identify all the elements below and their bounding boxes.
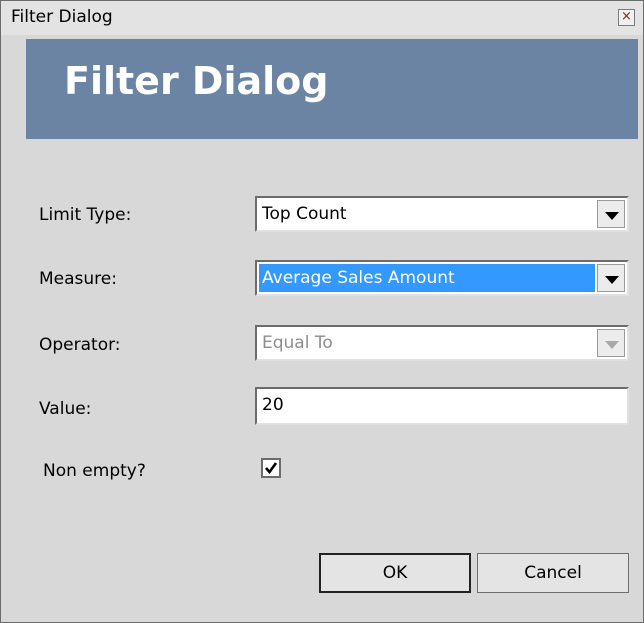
non-empty-label: Non empty? bbox=[43, 461, 146, 481]
checkmark-icon bbox=[265, 462, 278, 475]
filter-dialog-window: Filter Dialog × Filter Dialog Limit Type… bbox=[0, 0, 644, 623]
operator-label: Operator: bbox=[39, 335, 121, 355]
chevron-down-icon bbox=[605, 341, 619, 349]
operator-select[interactable]: Equal To bbox=[255, 325, 629, 361]
cancel-button[interactable]: Cancel bbox=[477, 553, 629, 593]
measure-select[interactable]: Average Sales Amount bbox=[255, 260, 629, 296]
value-label: Value: bbox=[39, 399, 92, 419]
value-input[interactable]: 20 bbox=[255, 387, 629, 425]
chevron-down-icon bbox=[605, 212, 619, 220]
title-bar: Filter Dialog × bbox=[1, 1, 643, 35]
measure-label: Measure: bbox=[39, 269, 117, 289]
close-icon[interactable]: × bbox=[618, 9, 635, 26]
banner-title: Filter Dialog bbox=[64, 59, 329, 103]
non-empty-checkbox[interactable] bbox=[261, 458, 281, 478]
ok-button[interactable]: OK bbox=[319, 553, 471, 593]
measure-value: Average Sales Amount bbox=[259, 264, 595, 292]
limit-type-dropdown-button[interactable] bbox=[597, 200, 625, 228]
limit-type-select[interactable]: Top Count bbox=[255, 196, 629, 232]
operator-dropdown-button[interactable] bbox=[597, 329, 625, 357]
chevron-down-icon bbox=[605, 276, 619, 284]
header-banner: Filter Dialog bbox=[26, 39, 638, 139]
window-title: Filter Dialog bbox=[11, 7, 113, 27]
limit-type-value: Top Count bbox=[262, 204, 347, 224]
operator-value: Equal To bbox=[262, 333, 333, 353]
limit-type-label: Limit Type: bbox=[39, 205, 132, 225]
measure-dropdown-button[interactable] bbox=[597, 264, 625, 292]
